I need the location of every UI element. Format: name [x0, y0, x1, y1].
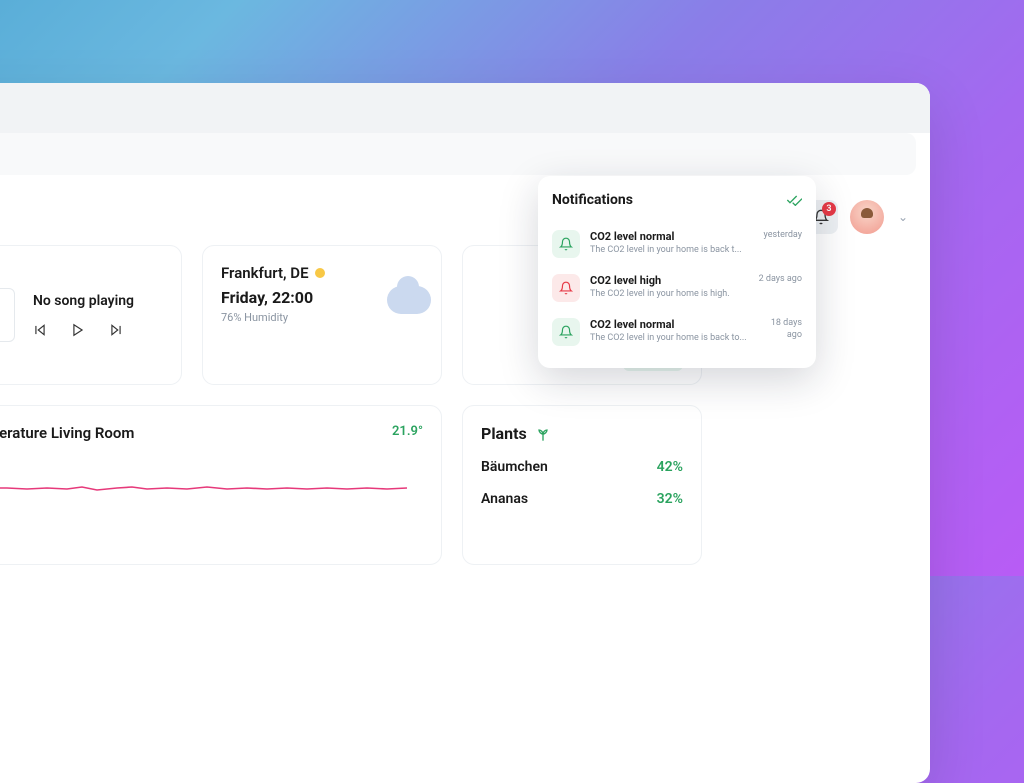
weather-humidity: 76% Humidity	[221, 311, 423, 324]
window-titlebar	[0, 83, 930, 133]
plants-heading: Plants	[481, 424, 683, 443]
temp-axis-label: 21°	[0, 514, 423, 525]
temp-axis-label: 23°	[0, 460, 423, 471]
avatar[interactable]	[850, 200, 884, 234]
url-bar[interactable]	[0, 133, 916, 175]
notification-item[interactable]: CO2 level high The CO2 level in your home…	[552, 266, 802, 310]
notifications-heading: Notifications	[552, 192, 633, 208]
notification-title: CO2 level normal	[590, 318, 748, 331]
plant-name: Bäumchen	[481, 459, 548, 475]
plants-heading-label: Plants	[481, 424, 527, 443]
plant-pct: 42%	[657, 459, 683, 475]
next-track-button[interactable]	[109, 323, 123, 337]
notification-title: CO2 level normal	[590, 230, 748, 243]
bell-icon	[552, 274, 580, 302]
notifications-panel: Notifications CO2 level normal The CO2 le…	[538, 176, 816, 368]
temperature-card: 21.9° Temperature Living Room 23° 22° 21…	[0, 405, 442, 565]
music-title: No song playing	[33, 293, 163, 309]
play-button[interactable]	[71, 323, 85, 337]
mark-all-read-button[interactable]	[786, 194, 802, 206]
weather-city-label: Frankfurt, DE	[221, 264, 309, 282]
weather-city: Frankfurt, DE	[221, 264, 423, 282]
notification-time: 2 days ago	[758, 274, 802, 286]
plant-name: Ananas	[481, 491, 528, 507]
music-controls	[33, 323, 163, 337]
plant-row[interactable]: Ananas 32%	[481, 491, 683, 507]
notification-desc: The CO2 level in your home is back t...	[590, 245, 748, 255]
notification-desc: The CO2 level in your home is high.	[590, 289, 748, 299]
notification-title: CO2 level high	[590, 274, 748, 287]
plant-pct: 32%	[657, 491, 683, 507]
album-art-placeholder	[0, 288, 15, 342]
plant-row[interactable]: Bäumchen 42%	[481, 459, 683, 475]
music-card: No song playing	[0, 245, 182, 385]
bell-icon	[552, 230, 580, 258]
sun-icon	[315, 268, 325, 278]
cloud-icon	[387, 286, 431, 314]
temperature-title: Temperature Living Room	[0, 424, 423, 442]
notification-time: 18 days ago	[758, 318, 802, 341]
notification-desc: The CO2 level in your home is back to...	[590, 333, 748, 343]
check-all-icon	[786, 194, 802, 206]
prev-track-button[interactable]	[33, 323, 47, 337]
weather-card: Frankfurt, DE Friday, 22:00 76% Humidity	[202, 245, 442, 385]
notification-badge: 3	[822, 202, 836, 216]
notification-item[interactable]: CO2 level normal The CO2 level in your ho…	[552, 222, 802, 266]
plants-card: Plants Bäumchen 42% Ananas 32%	[462, 405, 702, 565]
chevron-down-icon[interactable]: ⌄	[898, 210, 908, 224]
notification-time: yesterday	[758, 230, 802, 242]
bell-icon	[552, 318, 580, 346]
temperature-current: 21.9°	[392, 424, 423, 439]
notification-item[interactable]: CO2 level normal The CO2 level in your ho…	[552, 310, 802, 354]
plant-icon	[535, 426, 551, 442]
